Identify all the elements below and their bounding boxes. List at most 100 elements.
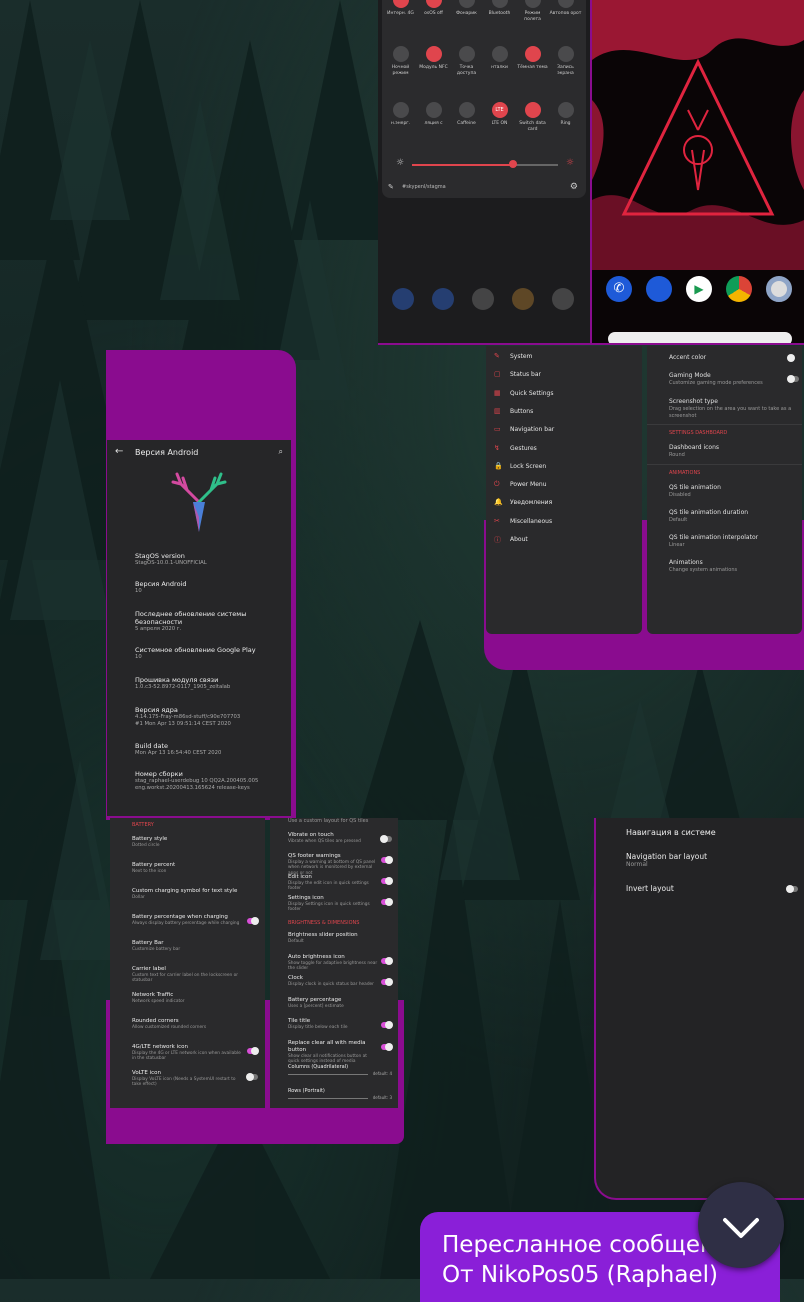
info-item[interactable]: Версия ядра 4.14.175-Fray-m86sd-stuff/c90… [135,706,285,727]
search-bar[interactable] [608,332,792,343]
qs-tile[interactable]: Запись экрана [549,46,582,77]
info-item[interactable]: Номер сборки stag_raphael-userdebug 10 QQ… [135,770,285,791]
chrome-icon[interactable] [512,288,534,310]
chrome-icon[interactable] [726,276,752,302]
qs-tile-icon[interactable] [425,102,442,118]
setting-toggle[interactable] [247,917,259,925]
qs-tile-interpolator-row[interactable]: QS tile animation interpolator Linear [669,534,799,549]
setting-item[interactable]: Battery percentage Uses a [percent] estim… [288,997,396,1009]
slider-track[interactable] [288,1098,368,1099]
info-item[interactable]: Build date Mon Apr 13 16:54:40 CEST 2020 [135,742,285,757]
setting-item[interactable]: QS footer warnings Display a warning at b… [288,853,396,876]
scroll-down-button[interactable] [698,1182,784,1268]
setting-item[interactable]: Settings icon Display Settings icon in qu… [288,895,396,913]
settings-menu-item[interactable]: ▭ Navigation bar [492,425,638,439]
setting-item[interactable]: Rounded corners Allow customized rounded … [132,1018,262,1030]
qs-tile-icon[interactable] [425,0,442,8]
setting-item[interactable]: Battery percent Next to the icon [132,862,262,874]
setting-item[interactable]: Replace clear all with media button Show … [288,1040,396,1065]
qs-tile[interactable]: Режим полета [516,0,549,23]
dashboard-icons-row[interactable]: Dashboard icons Round [669,444,799,459]
qs-tile-icon[interactable] [524,46,541,62]
info-item[interactable]: Прошивка модуля связи 1.0.c3-52.8972-0117… [135,676,285,691]
settings-menu-item[interactable]: ↯ Gestures [492,444,638,458]
qs-tile-duration-row[interactable]: QS tile animation duration Default [669,509,799,524]
brightness-thumb[interactable] [509,160,517,168]
qs-tile[interactable]: LTE LTE ON [483,102,516,127]
gear-icon[interactable]: ⚙ [570,182,578,192]
play-store-icon[interactable]: ▶ [686,276,712,302]
setting-toggle[interactable] [381,877,393,885]
accent-color-swatch[interactable] [787,354,795,362]
setting-toggle[interactable] [381,1042,393,1051]
setting-item[interactable]: Battery percentage when charging Always d… [132,914,262,926]
setting-item[interactable]: 4G/LTE network icon Display the 4G or LTE… [132,1044,262,1062]
setting-item[interactable]: Custom charging symbol for text style Dol… [132,888,262,900]
play-store-icon[interactable] [472,288,494,310]
qs-tile-icon[interactable] [458,102,475,118]
qs-tile-icon[interactable] [557,0,574,8]
qs-tile[interactable]: Модуль NFC [417,46,450,71]
settings-menu-item[interactable]: ▢ Status bar [492,370,638,384]
phone-icon[interactable]: ✆ [606,276,632,302]
invert-layout-row[interactable]: Invert layout [626,884,798,893]
settings-menu-item[interactable]: ⏻ Power Menu [492,480,638,494]
setting-item[interactable]: Battery Bar Customize battery bar [132,940,262,952]
qs-tile[interactable]: Точка доступа [450,46,483,77]
brightness-slider[interactable]: ☼ ☼ [396,158,574,172]
back-arrow-icon[interactable]: ← [115,446,123,457]
qs-tile[interactable]: Фонарик [450,0,483,17]
grid-slider[interactable]: Columns (Quadrilateral) default: 4 [288,1064,392,1076]
setting-toggle[interactable] [381,978,393,986]
invert-layout-toggle[interactable] [786,885,798,893]
qs-tile[interactable]: нталки [483,46,516,71]
qs-tile[interactable]: Интерн. 4G [384,0,417,17]
setting-item[interactable]: Clock Display clock in quick status bar h… [288,975,396,987]
qs-tile-icon[interactable] [392,0,409,8]
setting-toggle[interactable] [381,1021,393,1029]
setting-toggle[interactable] [381,898,393,906]
nav-layout-row[interactable]: Navigation bar layout Normal [626,852,796,868]
qs-tile[interactable]: Ночной режим [384,46,417,77]
camera-icon[interactable] [766,276,792,302]
settings-menu-item[interactable]: ✎ System [492,352,638,366]
qs-tile[interactable]: Bluetooth [483,0,516,17]
qs-tile[interactable]: Автопов орот [549,0,582,17]
qs-tile[interactable]: н.энерг. [384,102,417,127]
phone-icon[interactable] [392,288,414,310]
info-item[interactable]: StagOS version StagOS-10.0.1-UNOFFICIAL [135,552,285,567]
setting-toggle[interactable] [246,1073,258,1081]
settings-menu-item[interactable]: ▥ Buttons [492,407,638,421]
qs-tile-animation-row[interactable]: QS tile animation Disabled [669,484,799,499]
qs-tile[interactable]: osOS off [417,0,450,17]
qs-tile[interactable]: Ring [549,102,582,127]
pencil-icon[interactable]: ✎ [388,183,394,191]
setting-item[interactable]: Brightness slider position Default [288,932,396,944]
info-item[interactable]: Системное обновление Google Play 10 [135,646,285,661]
gaming-mode-toggle[interactable] [787,375,799,383]
settings-menu-item[interactable]: 🔒 Lock Screen [492,462,638,476]
qs-tile[interactable]: Caffeine [450,102,483,127]
messages-icon[interactable] [646,276,672,302]
settings-menu-item[interactable]: 🔔 Уведомления [492,498,638,512]
settings-menu-item[interactable]: ▦ Quick Settings [492,389,638,403]
qs-tile[interactable]: Тёмная тема [516,46,549,71]
qs-tile-icon[interactable] [557,102,574,118]
animations-row[interactable]: Animations Change system animations [669,559,799,574]
qs-tile[interactable]: ляция с [417,102,450,127]
setting-item[interactable]: Tile title Display title below each tile [288,1018,396,1030]
accent-color-row[interactable]: Accent color [669,354,799,362]
qs-tile-icon[interactable] [524,102,541,118]
qs-tile-icon[interactable] [458,46,475,62]
settings-menu-item[interactable]: ⓘ About [492,535,638,549]
setting-item[interactable]: VoLTE icon Display VoLTE icon (Needs a Sy… [132,1070,262,1088]
qs-tile-icon[interactable]: LTE [491,102,508,118]
setting-item[interactable]: Battery style Dotted circle [132,836,262,848]
setting-toggle[interactable] [381,856,393,864]
qs-tile-icon[interactable] [392,46,409,62]
info-item[interactable]: Последнее обновление системы безопасност… [135,610,285,633]
setting-item[interactable]: Auto brightness icon Show toggle for adap… [288,954,396,972]
qs-tile-icon[interactable] [458,0,475,8]
screenshot-type-row[interactable]: Screenshot type Drag selection on the ar… [669,398,799,420]
messages-icon[interactable] [432,288,454,310]
